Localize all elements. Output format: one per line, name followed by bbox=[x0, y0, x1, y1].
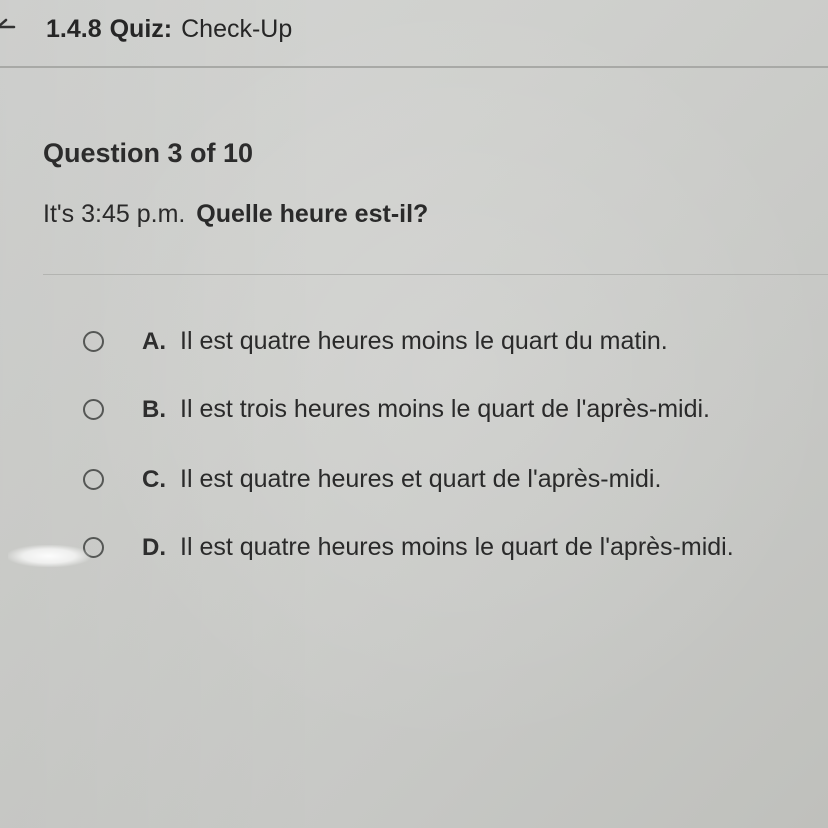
option-text: Il est quatre heures et quart de l'après… bbox=[180, 465, 662, 493]
quiz-title: 1.4.8 Quiz: Check-Up bbox=[46, 14, 292, 44]
option-text: Il est quatre heures moins le quart du m… bbox=[180, 327, 668, 355]
option-letter: C. bbox=[142, 466, 166, 493]
option-text: Il est trois heures moins le quart de l'… bbox=[180, 395, 710, 423]
prompt-question: Quelle heure est-il? bbox=[196, 200, 429, 228]
radio-button-a[interactable] bbox=[83, 331, 104, 352]
question-prompt: It's 3:45 p.m. Quelle heure est-il? bbox=[43, 199, 428, 229]
answer-option-b[interactable]: B. Il est trois heures moins le quart de… bbox=[80, 389, 820, 433]
screen-glare bbox=[8, 545, 90, 567]
answer-option-a[interactable]: A. Il est quatre heures moins le quart d… bbox=[80, 321, 820, 365]
back-arrow-icon[interactable] bbox=[0, 18, 16, 36]
option-text: Il est quatre heures moins le quart de l… bbox=[180, 533, 734, 561]
header-divider bbox=[0, 66, 828, 68]
radio-button-c[interactable] bbox=[83, 469, 104, 490]
radio-button-b[interactable] bbox=[83, 399, 104, 420]
radio-button-d[interactable] bbox=[83, 537, 104, 558]
answer-option-d[interactable]: D. Il est quatre heures moins le quart d… bbox=[80, 527, 820, 571]
quiz-name: Check-Up bbox=[181, 15, 293, 43]
prompt-text: It's 3:45 p.m. bbox=[43, 200, 186, 228]
answer-option-c[interactable]: C. Il est quatre heures et quart de l'ap… bbox=[80, 459, 820, 503]
quiz-kind: Quiz: bbox=[109, 15, 173, 43]
option-letter: B. bbox=[142, 396, 166, 423]
quiz-code: 1.4.8 bbox=[46, 15, 102, 43]
option-letter: A. bbox=[142, 328, 166, 355]
content-divider bbox=[43, 274, 828, 275]
quiz-header: 1.4.8 Quiz: Check-Up bbox=[0, 0, 828, 66]
option-letter: D. bbox=[142, 534, 166, 561]
question-counter: Question 3 of 10 bbox=[43, 138, 254, 168]
